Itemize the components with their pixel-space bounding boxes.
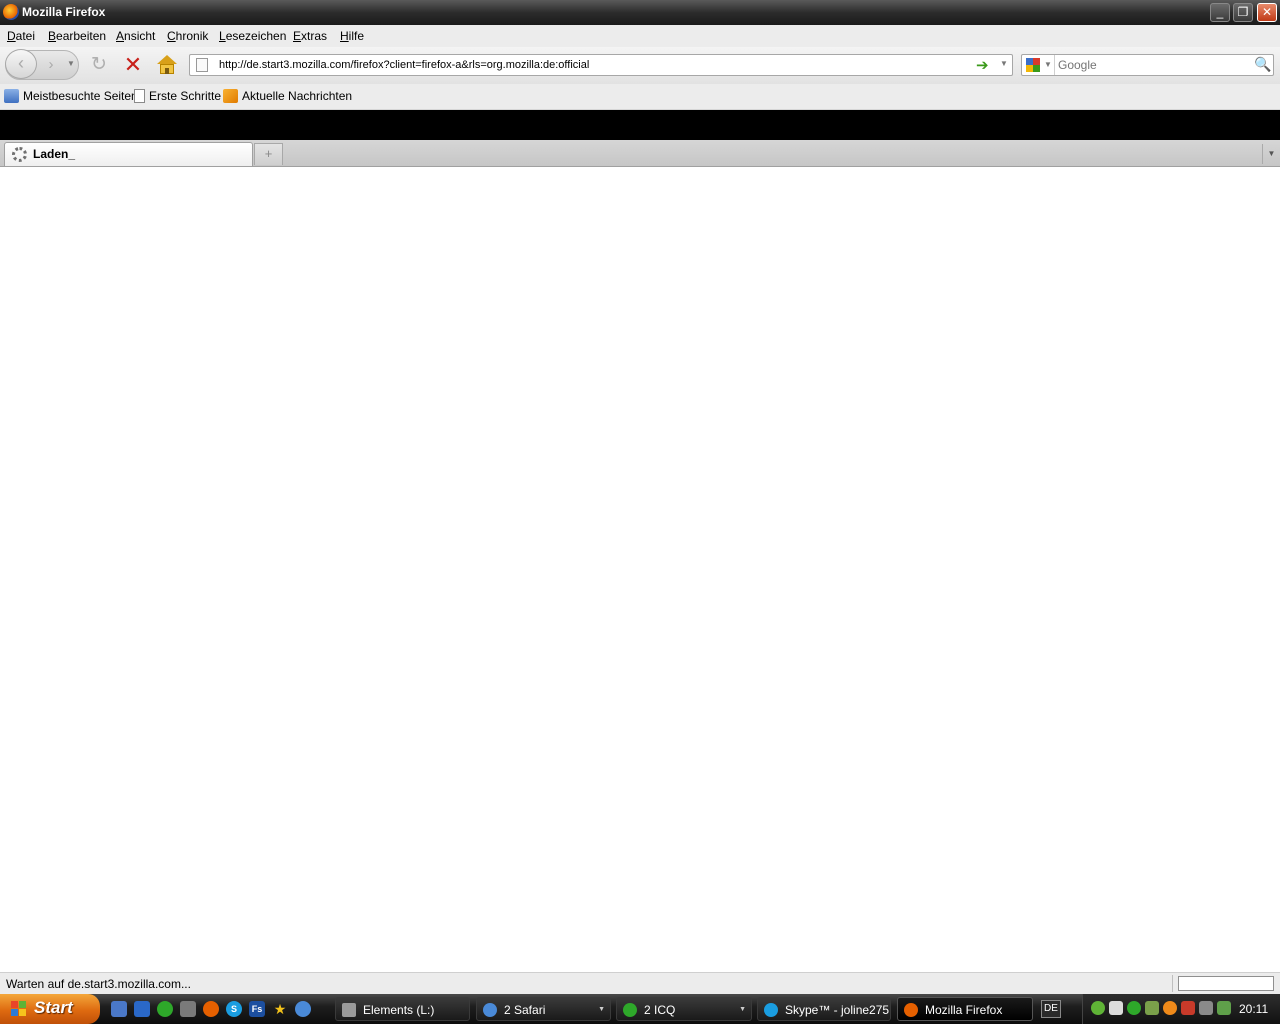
back-button[interactable]: ‹: [5, 49, 37, 79]
tab-strip: Laden_ + ▼: [0, 140, 1280, 167]
url-dropdown-icon[interactable]: ▼: [1000, 59, 1008, 68]
tray-network-icon[interactable]: [1199, 1001, 1213, 1015]
page-icon: [196, 58, 208, 72]
url-text[interactable]: http://de.start3.mozilla.com/firefox?cli…: [219, 59, 589, 71]
status-text: Warten auf de.start3.mozilla.com...: [6, 977, 191, 991]
reload-button[interactable]: ↻: [88, 55, 110, 77]
search-engine-dropdown-icon[interactable]: ▼: [1044, 60, 1052, 69]
windows-flag-icon: [11, 1001, 27, 1017]
group-dropdown-icon: ▼: [598, 1006, 605, 1013]
tray-safely-remove-icon[interactable]: [1217, 1001, 1231, 1015]
tray-update-icon[interactable]: [1163, 1001, 1177, 1015]
search-input[interactable]: [1058, 57, 1248, 73]
quicklaunch-icq-icon[interactable]: [157, 1001, 173, 1017]
page-icon: [134, 89, 145, 103]
menu-chronik[interactable]: Chronik: [167, 29, 208, 43]
start-button[interactable]: Start: [0, 994, 100, 1024]
menu-extras[interactable]: Extras: [293, 29, 327, 43]
quicklaunch-skype-icon[interactable]: S: [226, 1001, 242, 1017]
new-tab-button[interactable]: +: [254, 143, 283, 165]
loading-throbber-icon: [12, 147, 27, 162]
stop-button[interactable]: ✕: [122, 54, 144, 76]
taskbar-button-firefox[interactable]: Mozilla Firefox: [897, 997, 1033, 1021]
forward-button[interactable]: ›: [40, 55, 62, 75]
search-icon[interactable]: 🔍: [1254, 56, 1271, 73]
taskbar-button-safari[interactable]: 2 Safari ▼: [476, 997, 611, 1021]
tray-mail-icon[interactable]: [1109, 1001, 1123, 1015]
close-button[interactable]: ✕: [1257, 3, 1277, 22]
language-indicator[interactable]: DE: [1041, 1000, 1061, 1018]
system-tray: 20:11: [1082, 994, 1280, 1024]
skype-icon: [764, 1003, 778, 1017]
taskbar-button-icq[interactable]: 2 ICQ ▼: [616, 997, 752, 1021]
tab-label: Laden_: [33, 147, 76, 161]
go-arrow-icon[interactable]: ➔: [976, 56, 989, 74]
page-content[interactable]: [0, 168, 1280, 972]
tray-icq-icon[interactable]: [1127, 1001, 1141, 1015]
tray-check-icon[interactable]: [1091, 1001, 1105, 1015]
status-bar: Warten auf de.start3.mozilla.com...: [0, 972, 1280, 994]
bookmarks-toolbar: Meistbesuchte Seiten Erste Schritte Aktu…: [0, 84, 1280, 110]
start-label: Start: [34, 998, 73, 1017]
safari-icon: [483, 1003, 497, 1017]
google-icon[interactable]: [1026, 58, 1041, 73]
icq-icon: [623, 1003, 637, 1017]
firefox-icon: [3, 4, 19, 20]
minimize-button[interactable]: _: [1210, 3, 1230, 22]
home-button[interactable]: [156, 55, 178, 75]
menu-datei[interactable]: Datei: [7, 29, 35, 43]
quicklaunch-media-icon[interactable]: [180, 1001, 196, 1017]
quicklaunch-explorer-icon[interactable]: [111, 1001, 127, 1017]
maximize-button[interactable]: ❐: [1233, 3, 1253, 22]
menu-bearbeiten[interactable]: Bearbeiten: [48, 29, 106, 43]
rss-icon: [223, 89, 238, 103]
taskbar-button-elements[interactable]: Elements (L:): [335, 997, 470, 1021]
search-bar: ▼ 🔍: [1021, 54, 1274, 76]
progress-meter: [1178, 976, 1274, 991]
clock: 20:11: [1239, 1002, 1269, 1016]
taskbar: Start S Fs ★ Elements (L:) 2 Safari ▼ 2 …: [0, 994, 1280, 1024]
bookmark-aktuelle-nachrichten[interactable]: Aktuelle Nachrichten: [223, 89, 352, 103]
tab-loading[interactable]: Laden_: [4, 142, 253, 166]
menu-hilfe[interactable]: Hilfe: [340, 29, 364, 43]
taskbar-button-skype[interactable]: Skype™ - joline275: [757, 997, 891, 1021]
all-tabs-button[interactable]: ▼: [1262, 144, 1280, 164]
quicklaunch-itunes-icon[interactable]: [295, 1001, 311, 1017]
tray-volume-icon[interactable]: [1181, 1001, 1195, 1015]
tray-app-icon[interactable]: [1145, 1001, 1159, 1015]
history-dropdown-icon[interactable]: ▼: [65, 57, 77, 71]
group-dropdown-icon: ▼: [739, 1006, 746, 1013]
quicklaunch-fs-icon[interactable]: Fs: [249, 1001, 265, 1017]
quicklaunch-firefox-icon[interactable]: [203, 1001, 219, 1017]
url-bar[interactable]: http://de.start3.mozilla.com/firefox?cli…: [189, 54, 1013, 76]
bookmark-meistbesuchte-seiten[interactable]: Meistbesuchte Seiten: [4, 89, 138, 103]
title-bar: Mozilla Firefox _ ❐ ✕: [0, 0, 1280, 25]
toolbar-band: [0, 110, 1280, 140]
drive-icon: [342, 1003, 356, 1017]
firefox-icon: [904, 1003, 918, 1017]
menu-ansicht[interactable]: Ansicht: [116, 29, 155, 43]
home-icon: [157, 55, 177, 64]
quicklaunch-ie-icon[interactable]: [134, 1001, 150, 1017]
menu-bar: Datei Bearbeiten Ansicht Chronik Lesezei…: [0, 25, 1280, 47]
window-title: Mozilla Firefox: [22, 5, 106, 19]
quicklaunch-star-icon[interactable]: ★: [272, 1001, 288, 1017]
bookmark-erste-schritte[interactable]: Erste Schritte: [134, 89, 221, 103]
menu-lesezeichen[interactable]: Lesezeichen: [219, 29, 286, 43]
most-visited-icon: [4, 89, 19, 103]
